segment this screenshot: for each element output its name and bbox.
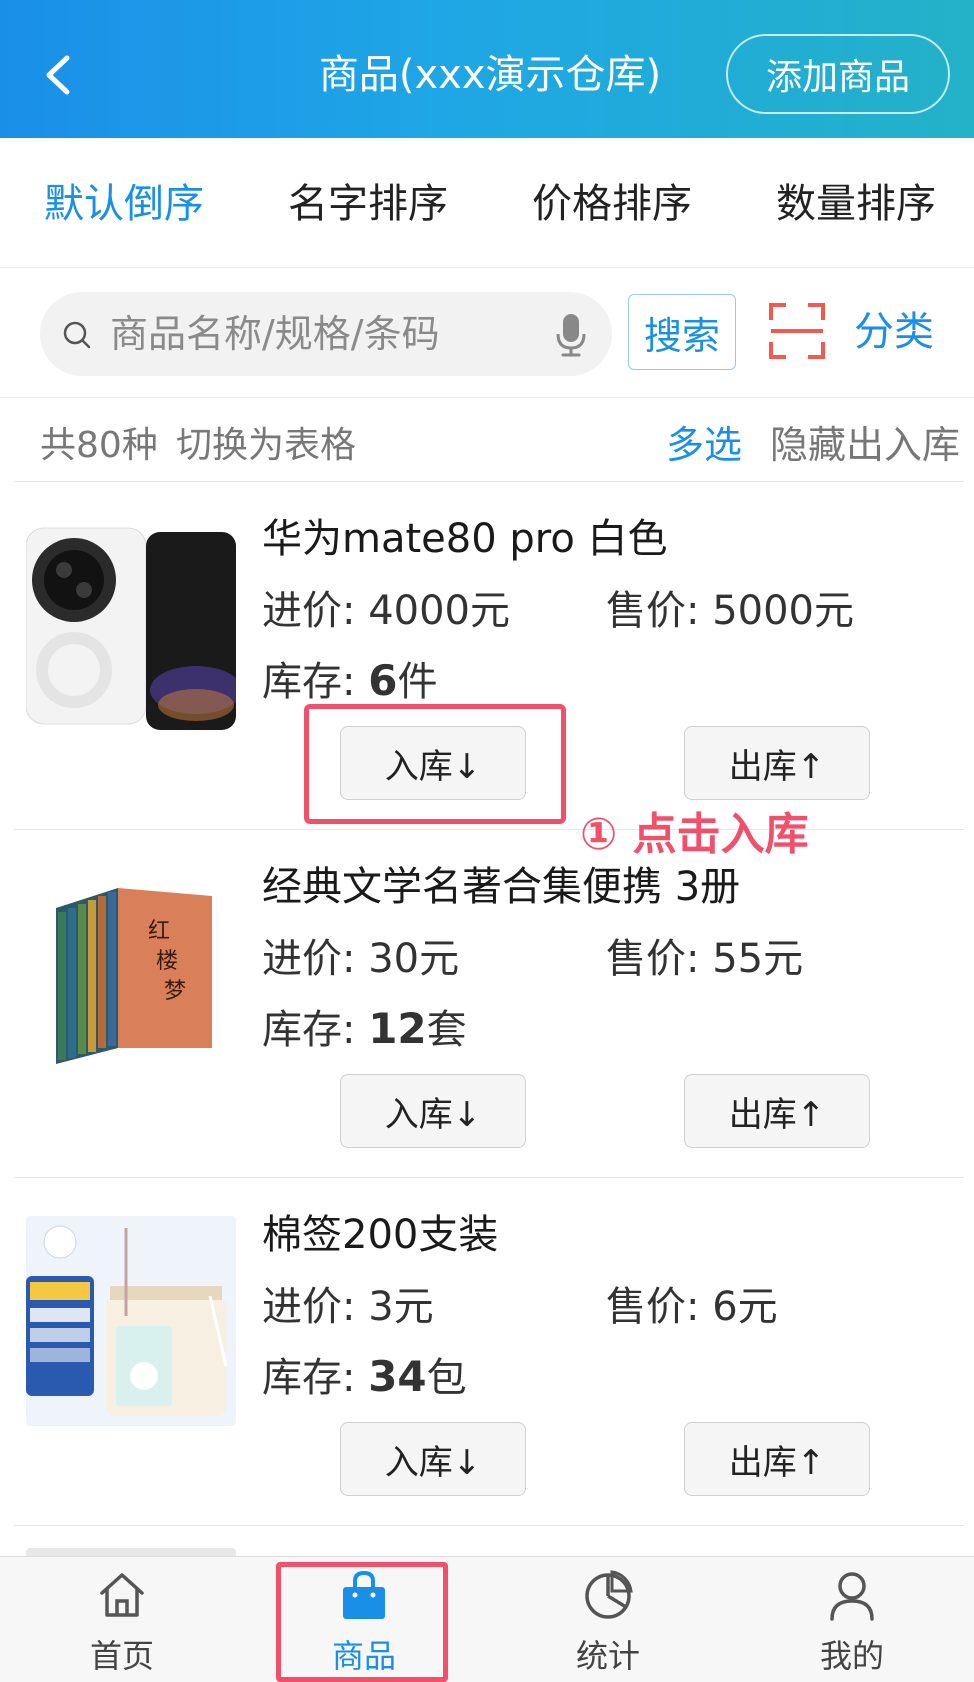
home-icon bbox=[100, 1573, 144, 1617]
microphone-icon[interactable] bbox=[554, 312, 588, 358]
stock-label: 库存: bbox=[262, 659, 369, 705]
product-image-cotton-swabs bbox=[26, 1216, 236, 1426]
search-box bbox=[40, 292, 612, 376]
stock-label: 库存: bbox=[262, 1355, 369, 1401]
divider bbox=[14, 1525, 964, 1526]
category-link[interactable]: 分类 bbox=[854, 304, 934, 360]
nav-label: 统计 bbox=[575, 1637, 640, 1675]
annotation-text: ① 点击入库 bbox=[580, 809, 809, 860]
svg-text:楼: 楼 bbox=[156, 949, 178, 974]
stock-unit: 件 bbox=[397, 659, 438, 705]
stock-value: 6 bbox=[368, 656, 398, 705]
svg-text:梦: 梦 bbox=[164, 979, 186, 1004]
search-icon bbox=[63, 321, 91, 349]
add-product-button[interactable]: 添加商品 bbox=[726, 34, 950, 114]
selling-price: 售价: 6元 bbox=[606, 1284, 778, 1330]
search-button[interactable]: 搜索 bbox=[628, 294, 736, 370]
nav-item-profile[interactable]: 我的 bbox=[772, 1557, 932, 1682]
product-image-books: 红 楼 梦 bbox=[26, 868, 236, 1078]
stock-label: 库存: bbox=[262, 1007, 369, 1053]
tab-quantity-sort[interactable]: 数量排序 bbox=[776, 178, 936, 230]
bottom-navigation: 首页 商品 统计 我的 bbox=[0, 1556, 974, 1682]
product-count: 共80种 bbox=[40, 425, 158, 466]
switch-table-view-link[interactable]: 切换为表格 bbox=[176, 416, 356, 468]
product-name: 华为mate80 pro 白色 bbox=[262, 516, 668, 562]
tab-name-sort[interactable]: 名字排序 bbox=[288, 178, 448, 230]
annotation-nav-highlight-box bbox=[276, 1562, 448, 1682]
scan-icon[interactable] bbox=[768, 302, 826, 360]
list-info-row: 共80种 切换为表格 多选 隐藏出入库 bbox=[0, 398, 974, 482]
product-name: 经典文学名著合集便携 3册 bbox=[262, 864, 741, 910]
stock-unit: 套 bbox=[426, 1007, 467, 1053]
purchase-price: 进价: 30元 bbox=[262, 936, 460, 982]
selling-price: 售价: 55元 bbox=[606, 936, 804, 982]
purchase-price: 进价: 4000元 bbox=[262, 588, 510, 634]
stock-out-button[interactable]: 出库↑ bbox=[684, 1074, 870, 1148]
svg-text:红: 红 bbox=[148, 919, 170, 944]
annotation-highlight-box bbox=[304, 704, 566, 824]
nav-item-home[interactable]: 首页 bbox=[42, 1557, 202, 1682]
product-name: 棉签200支装 bbox=[262, 1212, 499, 1258]
stock-value: 12 bbox=[368, 1004, 427, 1053]
search-input[interactable] bbox=[110, 306, 540, 362]
stock-value: 34 bbox=[368, 1352, 427, 1401]
page-title: 商品(xxx演示仓库) bbox=[318, 52, 662, 98]
back-button[interactable] bbox=[28, 40, 88, 110]
stock: 库存: 12套 bbox=[262, 1002, 467, 1057]
purchase-price: 进价: 3元 bbox=[262, 1284, 434, 1330]
stock-in-button[interactable]: 入库↓ bbox=[340, 1074, 526, 1148]
chevron-left-icon bbox=[46, 55, 70, 95]
app-header: 商品(xxx演示仓库) 添加商品 bbox=[0, 0, 974, 138]
hide-in-out-link[interactable]: 隐藏出入库 bbox=[770, 414, 960, 469]
user-icon bbox=[830, 1572, 874, 1621]
nav-label: 首页 bbox=[89, 1637, 154, 1675]
search-row: 搜索 分类 bbox=[0, 268, 974, 398]
pie-chart-icon bbox=[585, 1570, 633, 1619]
tab-price-sort[interactable]: 价格排序 bbox=[532, 178, 692, 230]
nav-item-statistics[interactable]: 统计 bbox=[528, 1557, 688, 1682]
sort-tabs: 默认倒序 名字排序 价格排序 数量排序 bbox=[0, 138, 974, 268]
selling-price: 售价: 5000元 bbox=[606, 588, 854, 634]
stock-in-button[interactable]: 入库↓ bbox=[340, 1422, 526, 1496]
stock: 库存: 34包 bbox=[262, 1350, 467, 1405]
nav-label: 我的 bbox=[819, 1637, 884, 1675]
stock-out-button[interactable]: 出库↑ bbox=[684, 1422, 870, 1496]
product-image-phone bbox=[26, 520, 236, 730]
stock: 库存: 6件 bbox=[262, 654, 437, 709]
tab-default-desc[interactable]: 默认倒序 bbox=[44, 178, 204, 230]
list-item: 红 楼 梦 经典文学名著合集便携 3册 进价: 30元 售价: 55元 库存: … bbox=[0, 830, 974, 1178]
multi-select-link[interactable]: 多选 bbox=[666, 414, 742, 469]
stock-out-button[interactable]: 出库↑ bbox=[684, 726, 870, 800]
list-item: 棉签200支装 进价: 3元 售价: 6元 库存: 34包 入库↓ 出库↑ bbox=[0, 1178, 974, 1526]
stock-unit: 包 bbox=[426, 1355, 467, 1401]
